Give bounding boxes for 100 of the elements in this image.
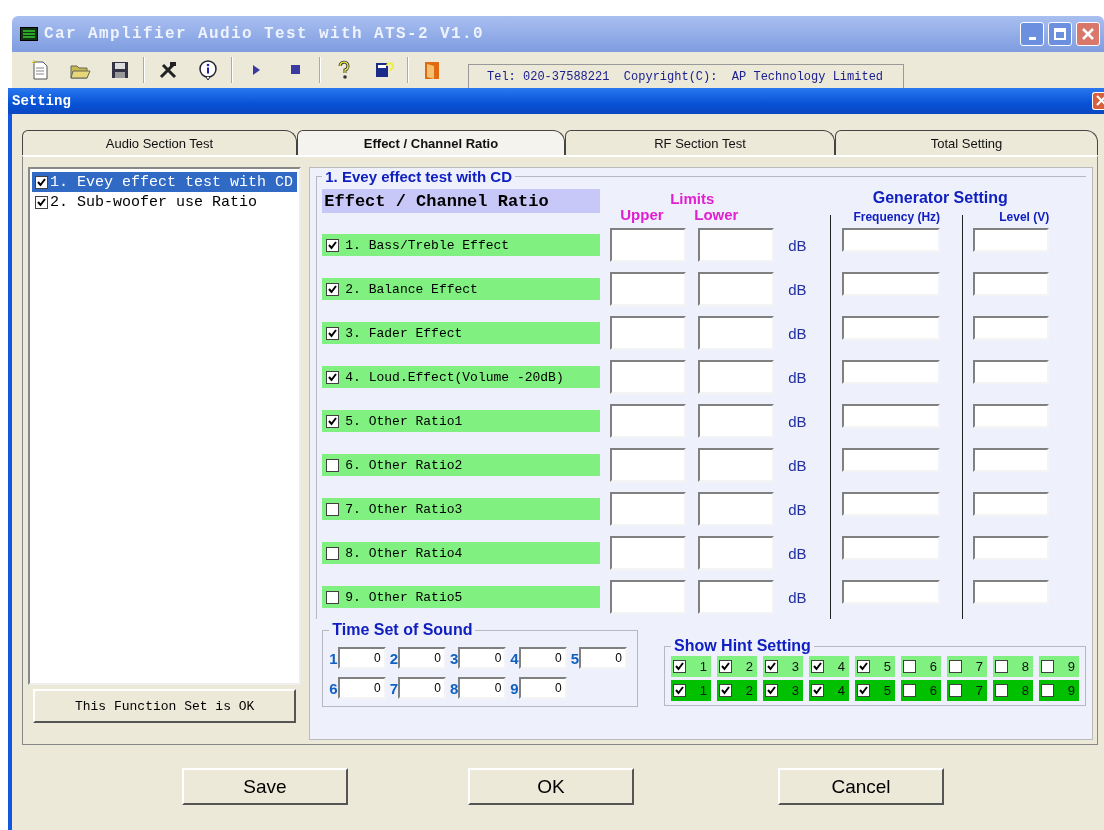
close-button[interactable] <box>1092 92 1104 110</box>
hint-option[interactable]: 9 <box>1039 656 1079 677</box>
frequency-field[interactable] <box>842 492 941 516</box>
time-field[interactable]: 0 <box>337 677 386 699</box>
save-icon[interactable] <box>109 59 131 81</box>
lower-limit-field[interactable] <box>698 448 775 482</box>
dialog-button[interactable]: OK <box>468 768 634 805</box>
hint-option[interactable]: 3 <box>763 656 803 677</box>
effect-option[interactable]: 7. Other Ratio3 <box>322 498 601 520</box>
checkbox[interactable] <box>719 684 732 697</box>
checkbox[interactable] <box>857 684 870 697</box>
hint-option[interactable]: 4 <box>809 656 849 677</box>
dialog-button[interactable]: Save <box>182 768 348 805</box>
effect-option[interactable]: 8. Other Ratio4 <box>322 542 601 564</box>
checkbox[interactable] <box>765 660 778 673</box>
level-field[interactable] <box>973 228 1050 252</box>
upper-limit-field[interactable] <box>610 360 687 394</box>
hint-option[interactable]: 5 <box>855 680 895 701</box>
lower-limit-field[interactable] <box>698 316 775 350</box>
checkbox[interactable] <box>35 175 48 189</box>
checkbox[interactable] <box>1041 684 1054 697</box>
frequency-field[interactable] <box>842 272 941 296</box>
list-item[interactable]: 2. Sub-woofer use Ratio <box>32 192 298 212</box>
level-field[interactable] <box>973 404 1050 428</box>
level-field[interactable] <box>973 492 1050 516</box>
checkbox[interactable] <box>903 660 916 673</box>
checkbox[interactable] <box>765 684 778 697</box>
lower-limit-field[interactable] <box>698 272 775 306</box>
effect-option[interactable]: 4. Loud.Effect(Volume -20dB) <box>322 366 601 388</box>
level-field[interactable] <box>973 360 1050 384</box>
hint-option[interactable]: 1 <box>671 680 711 701</box>
checkbox[interactable] <box>719 660 732 673</box>
upper-limit-field[interactable] <box>610 316 687 350</box>
checkbox[interactable] <box>326 502 340 516</box>
effect-option[interactable]: 6. Other Ratio2 <box>322 454 601 476</box>
frequency-field[interactable] <box>842 228 941 252</box>
checkbox[interactable] <box>326 546 340 560</box>
hint-option[interactable]: 2 <box>717 656 757 677</box>
upper-limit-field[interactable] <box>610 492 687 526</box>
checkbox[interactable] <box>326 370 340 384</box>
effect-option[interactable]: 5. Other Ratio1 <box>322 410 601 432</box>
checkbox[interactable] <box>326 282 340 296</box>
lower-limit-field[interactable] <box>698 536 775 570</box>
frequency-field[interactable] <box>842 360 941 384</box>
checkbox[interactable] <box>995 660 1008 673</box>
upper-limit-field[interactable] <box>610 580 687 614</box>
frequency-field[interactable] <box>842 536 941 560</box>
level-field[interactable] <box>973 536 1050 560</box>
level-field[interactable] <box>973 580 1050 604</box>
hint-option[interactable]: 3 <box>763 680 803 701</box>
hint-option[interactable]: 6 <box>901 656 941 677</box>
hint-option[interactable]: 1 <box>671 656 711 677</box>
level-field[interactable] <box>973 272 1050 296</box>
lower-limit-field[interactable] <box>698 360 775 394</box>
checkbox[interactable] <box>1041 660 1054 673</box>
checkbox[interactable] <box>811 660 824 673</box>
lower-limit-field[interactable] <box>698 580 775 614</box>
hint-option[interactable]: 7 <box>947 656 987 677</box>
upper-limit-field[interactable] <box>610 536 687 570</box>
checkbox[interactable] <box>857 660 870 673</box>
tab[interactable]: Total Setting <box>835 130 1098 155</box>
upper-limit-field[interactable] <box>610 272 687 306</box>
time-field[interactable]: 0 <box>518 647 567 669</box>
hint-option[interactable]: 9 <box>1039 680 1079 701</box>
checkbox[interactable] <box>673 684 686 697</box>
lower-limit-field[interactable] <box>698 228 775 262</box>
list-item[interactable]: 1. Evey effect test with CD <box>32 172 298 192</box>
checkbox[interactable] <box>673 660 686 673</box>
frequency-field[interactable] <box>842 580 941 604</box>
tab[interactable]: Audio Section Test <box>22 130 297 155</box>
lower-limit-field[interactable] <box>698 492 775 526</box>
checkbox[interactable] <box>949 684 962 697</box>
frequency-field[interactable] <box>842 404 941 428</box>
close-button[interactable] <box>1076 22 1100 46</box>
level-field[interactable] <box>973 448 1050 472</box>
time-field[interactable]: 0 <box>337 647 386 669</box>
effect-option[interactable]: 3. Fader Effect <box>322 322 601 344</box>
effect-option[interactable]: 9. Other Ratio5 <box>322 586 601 608</box>
checkbox[interactable] <box>326 414 340 428</box>
checkbox[interactable] <box>811 684 824 697</box>
hint-option[interactable]: 8 <box>993 680 1033 701</box>
checkbox[interactable] <box>326 458 340 472</box>
checkbox[interactable] <box>326 238 340 252</box>
time-field[interactable]: 0 <box>579 647 627 669</box>
hint-option[interactable]: 6 <box>901 680 941 701</box>
upper-limit-field[interactable] <box>610 448 687 482</box>
tab[interactable]: RF Section Test <box>565 130 835 155</box>
hint-option[interactable]: 5 <box>855 656 895 677</box>
hint-option[interactable]: 2 <box>717 680 757 701</box>
tools-icon[interactable] <box>157 59 179 81</box>
time-field[interactable]: 0 <box>458 647 507 669</box>
frequency-field[interactable] <box>842 448 941 472</box>
hint-option[interactable]: 4 <box>809 680 849 701</box>
hint-option[interactable]: 7 <box>947 680 987 701</box>
upper-limit-field[interactable] <box>610 404 687 438</box>
upper-limit-field[interactable] <box>610 228 687 262</box>
effect-option[interactable]: 2. Balance Effect <box>322 278 601 300</box>
tab[interactable]: Effect / Channel Ratio <box>297 130 565 155</box>
dialog-button[interactable]: Cancel <box>778 768 944 805</box>
time-field[interactable]: 0 <box>397 647 446 669</box>
